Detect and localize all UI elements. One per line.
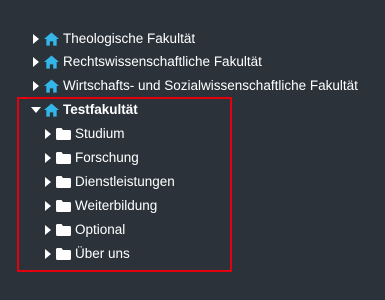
navigation-tree: Theologische Fakultät Rechtswissenschaft… bbox=[0, 0, 385, 300]
tree-item-label: Rechtswissenschaftliche Fakultät bbox=[63, 54, 262, 69]
home-icon bbox=[43, 31, 59, 47]
tree-item-rechtswissenschaftliche-fakultaet[interactable]: Rechtswissenschaftliche Fakultät bbox=[29, 51, 262, 73]
chevron-right-icon[interactable] bbox=[29, 32, 43, 46]
tree-item-wirtschafts-sozialwissenschaftliche-fakultaet[interactable]: Wirtschafts- und Sozialwissenschaftliche… bbox=[29, 75, 358, 97]
chevron-right-icon[interactable] bbox=[29, 79, 43, 93]
home-icon bbox=[43, 78, 59, 94]
tree-item-label: Wirtschafts- und Sozialwissenschaftliche… bbox=[63, 78, 358, 93]
chevron-right-icon[interactable] bbox=[29, 55, 43, 69]
tree-item-label: Theologische Fakultät bbox=[63, 31, 196, 46]
home-icon bbox=[43, 54, 59, 70]
tree-item-theologische-fakultaet[interactable]: Theologische Fakultät bbox=[29, 28, 195, 50]
highlight-frame bbox=[17, 97, 232, 272]
